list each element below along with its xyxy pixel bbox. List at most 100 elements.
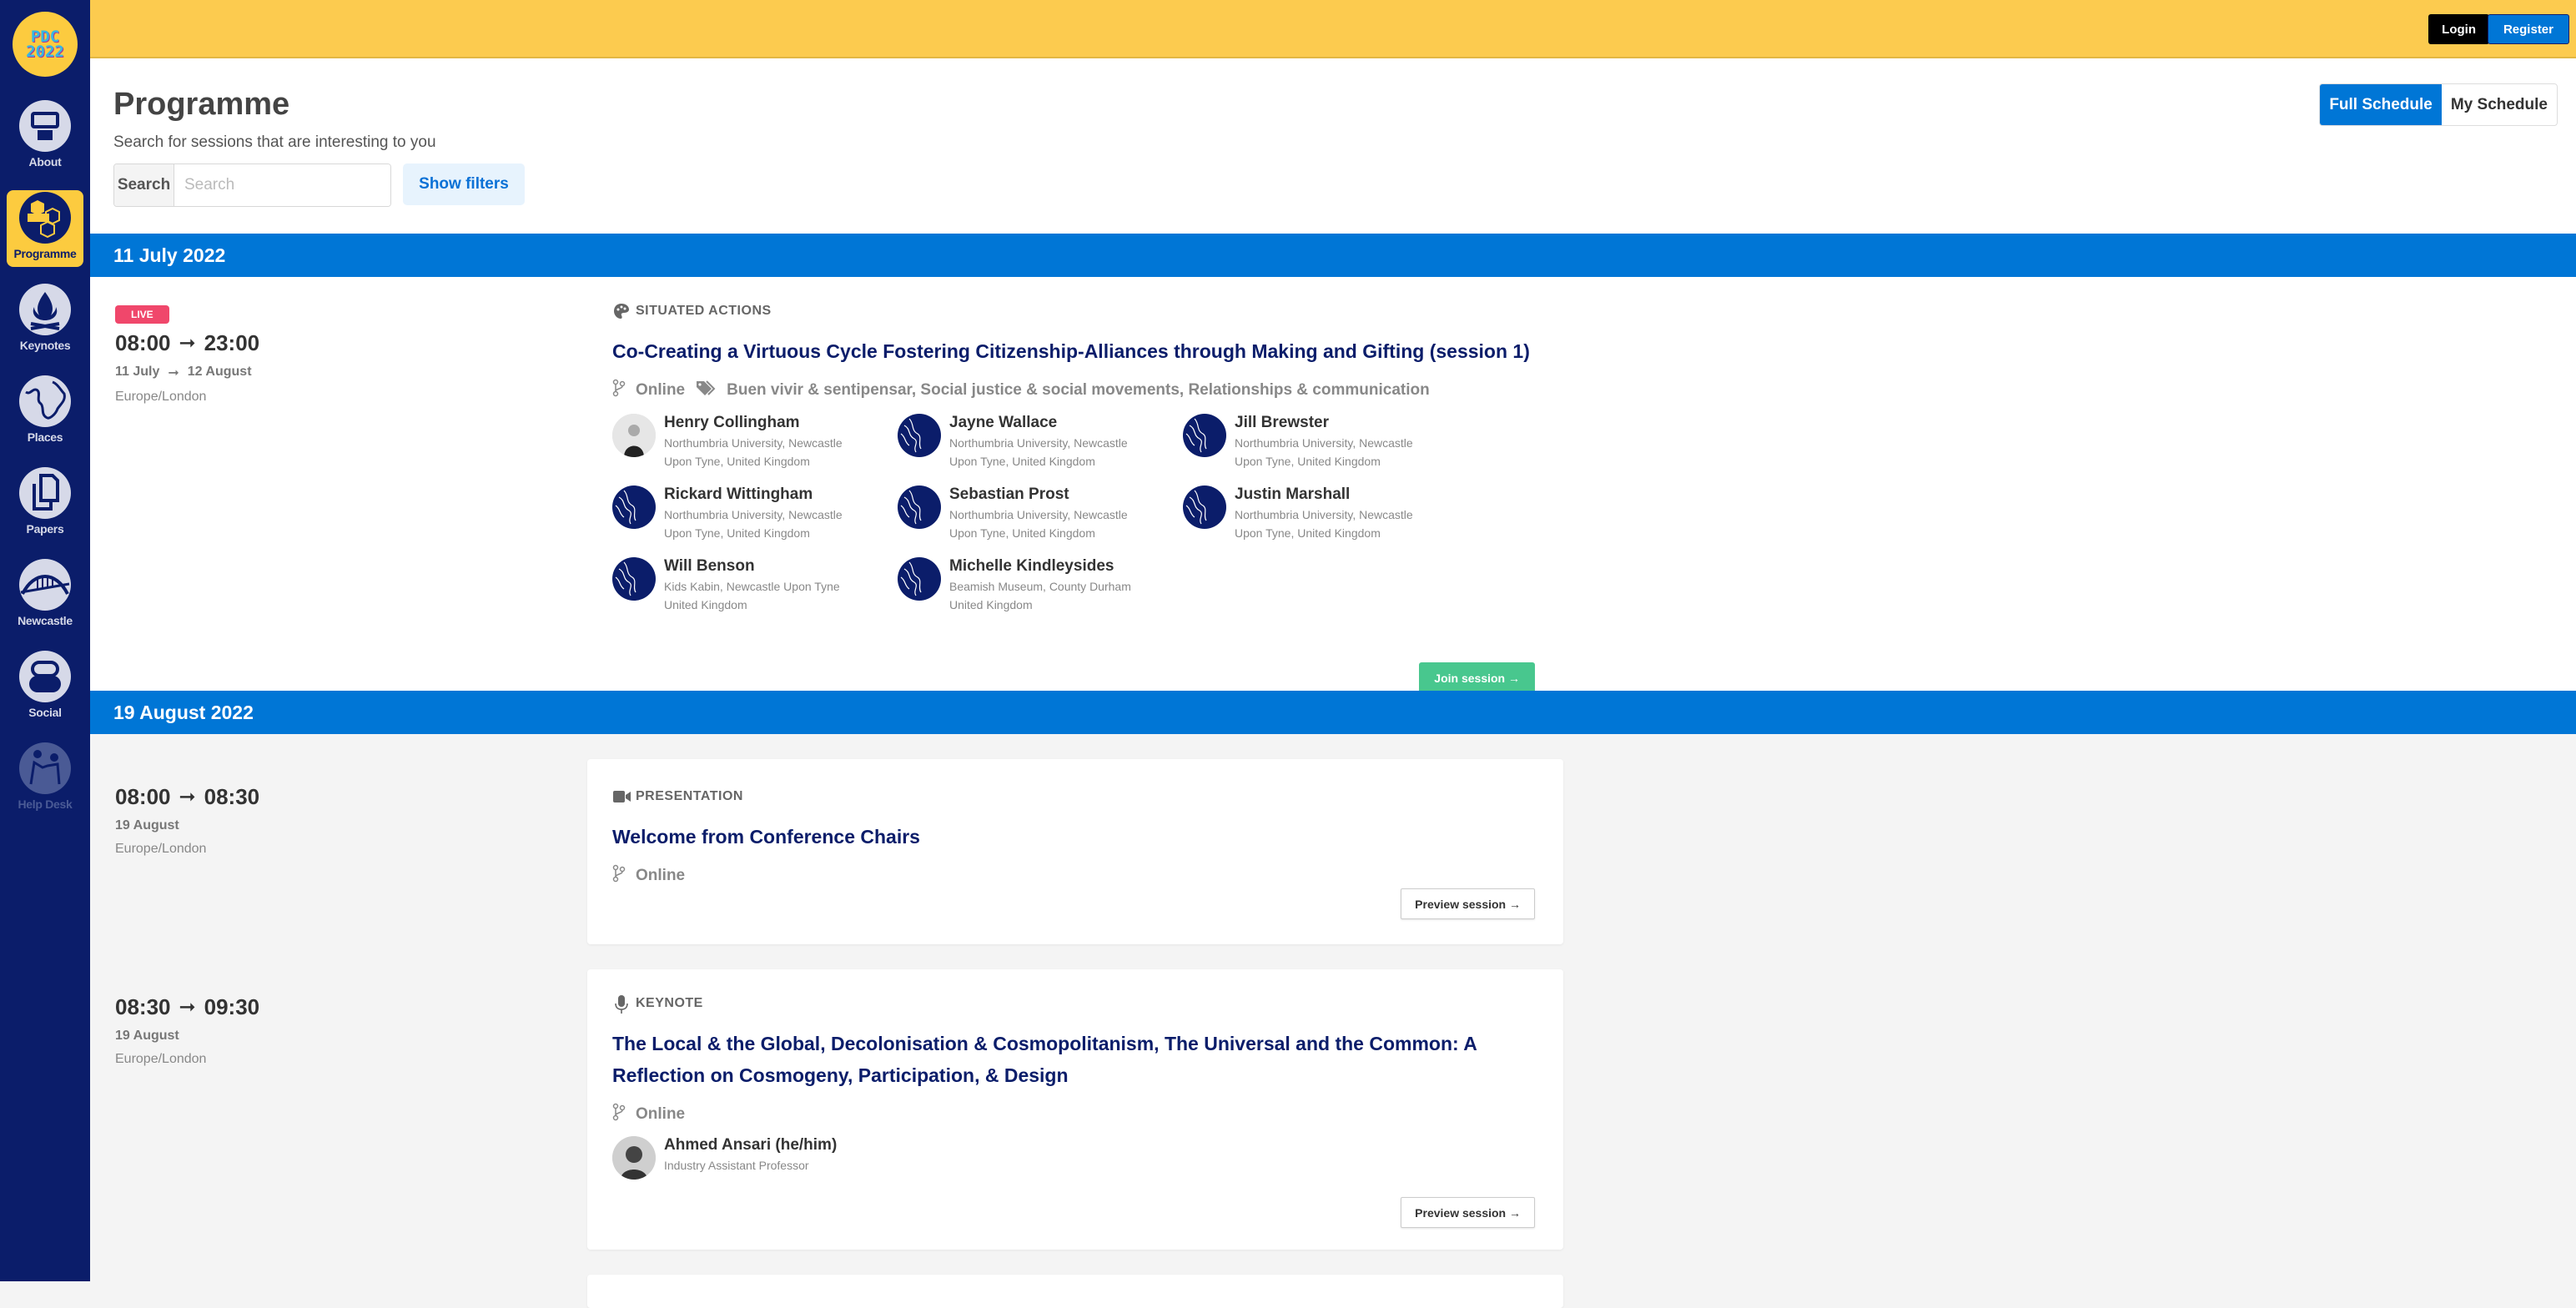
session-type-label: PRESENTATION	[636, 789, 743, 804]
session-time: LIVE 08:00 ➞ 23:00 11 July ➞ 12 August E…	[115, 305, 259, 405]
session-title[interactable]: Welcome from Conference Chairs	[612, 821, 1535, 853]
sidebar-item-help-desk[interactable]: Help Desk	[7, 741, 83, 818]
search-label: Search	[114, 164, 174, 206]
speaker-list: Henry Collingham Northumbria University, …	[612, 414, 1535, 614]
date-range: 19 August	[115, 818, 259, 833]
speaker-name: Michelle Kindleysides	[949, 557, 1150, 576]
session-card	[587, 1275, 1563, 1308]
speaker[interactable]: Ahmed Ansari (he/him)Industry Assistant …	[612, 1136, 898, 1180]
session-meta: Online	[612, 864, 1535, 888]
pdc-logo[interactable]: PDC 2022	[13, 12, 78, 77]
speaker[interactable]: Henry CollinghamNorthumbria University, …	[612, 414, 898, 470]
session-tags: Buen vivir & sentipensar, Social justice…	[727, 381, 1430, 400]
session-location: Online	[636, 867, 685, 885]
end-time: 08:30	[204, 784, 260, 810]
speaker-name: Jill Brewster	[1235, 414, 1435, 432]
date-header: 19 August 2022	[90, 691, 2576, 734]
about-icon	[19, 100, 71, 152]
preview-session-button[interactable]: Preview session →	[1401, 888, 1535, 919]
register-button[interactable]: Register	[2488, 14, 2569, 44]
sidebar-item-label: Help Desk	[18, 797, 73, 811]
session-time: 08:00 ➞ 08:30 19 August Europe/London	[115, 784, 259, 857]
session-title[interactable]: Co-Creating a Virtuous Cycle Fostering C…	[612, 335, 1535, 367]
time-range: 08:00 ➞ 08:30	[115, 784, 259, 810]
sidebar-item-about[interactable]: About	[7, 98, 83, 175]
sidebar-item-label: Programme	[13, 247, 76, 260]
end-time: 09:30	[204, 994, 260, 1020]
avatar	[612, 414, 656, 457]
speaker-name: Henry Collingham	[664, 414, 864, 432]
speaker-name: Sebastian Prost	[949, 485, 1150, 504]
session-type-label: SITUATED ACTIONS	[636, 304, 772, 319]
main-content: Programme Search for sessions that are i…	[90, 58, 2576, 1281]
login-button[interactable]: Login	[2428, 14, 2489, 44]
arrow-right-icon: ➞	[179, 331, 196, 355]
avatar	[612, 485, 656, 529]
time-range: 08:00 ➞ 23:00	[115, 330, 259, 356]
page-title: Programme	[113, 87, 289, 123]
arrow-right-icon: ➞	[179, 785, 196, 809]
speaker-affiliation: Northumbria University, Newcastle Upon T…	[1235, 506, 1435, 542]
avatar	[1183, 485, 1226, 529]
search-input[interactable]	[174, 164, 390, 206]
sidebar-item-social[interactable]: Social	[7, 649, 83, 726]
end-time: 23:00	[204, 330, 260, 356]
session-type: PRESENTATION	[612, 787, 1535, 806]
speaker-name: Justin Marshall	[1235, 485, 1435, 504]
date-header: 11 July 2022	[90, 234, 2576, 277]
speaker[interactable]: Rickard WittinghamNorthumbria University…	[612, 485, 898, 542]
start-time: 08:00	[115, 330, 171, 356]
track-branch-icon	[612, 1103, 626, 1126]
timezone: Europe/London	[115, 842, 259, 857]
sidebar-item-newcastle[interactable]: Newcastle	[7, 557, 83, 634]
session-location: Online	[636, 381, 685, 400]
time-range: 08:30 ➞ 09:30	[115, 994, 259, 1020]
page-subtitle: Search for sessions that are interesting…	[113, 133, 436, 152]
session-type: KEYNOTE	[612, 994, 1535, 1013]
speaker[interactable]: Jayne WallaceNorthumbria University, New…	[898, 414, 1183, 470]
preview-session-button[interactable]: Preview session →	[1401, 1197, 1535, 1228]
session-item: SITUATED ACTIONS Co-Creating a Virtuous …	[587, 302, 1563, 614]
sidebar-item-papers[interactable]: Papers	[7, 465, 83, 542]
timezone: Europe/London	[115, 390, 259, 405]
sidebar-item-keynotes[interactable]: Keynotes	[7, 282, 83, 359]
sidebar: PDC 2022 About Programme Keynotes Places…	[0, 0, 90, 1281]
speaker[interactable]: Jill Brewster Northumbria University, New…	[1183, 414, 1468, 470]
session-title[interactable]: The Local & the Global, Decolonisation &…	[612, 1028, 1488, 1091]
speaker-affiliation: Northumbria University, Newcastle Upon T…	[1235, 434, 1435, 470]
papers-icon	[19, 467, 71, 519]
sidebar-item-label: Newcastle	[18, 614, 73, 627]
globe-icon	[19, 375, 71, 427]
session-card: KEYNOTE The Local & the Global, Decoloni…	[587, 969, 1563, 1250]
top-bar: Login Register	[90, 0, 2576, 58]
speaker[interactable]: Justin Marshall Northumbria University, N…	[1183, 485, 1468, 542]
speaker[interactable]: Will BensonKids Kabin, Newcastle Upon Ty…	[612, 557, 898, 614]
bridge-icon	[19, 559, 71, 611]
speaker[interactable]: Michelle KindleysidesBeamish Museum, Cou…	[898, 557, 1183, 614]
show-filters-button[interactable]: Show filters	[403, 164, 525, 205]
palette-icon	[612, 302, 631, 320]
speaker[interactable]: Sebastian ProstNorthumbria University, N…	[898, 485, 1183, 542]
session-time: 08:30 ➞ 09:30 19 August Europe/London	[115, 994, 259, 1067]
speaker-list: Ahmed Ansari (he/him)Industry Assistant …	[612, 1136, 1535, 1180]
date-range: 19 August	[115, 1029, 259, 1044]
video-camera-icon	[612, 787, 631, 806]
day-section: LIVE 08:00 ➞ 23:00 11 July ➞ 12 August E…	[90, 277, 2576, 691]
arrow-right-icon: ➞	[179, 995, 196, 1019]
sidebar-item-programme[interactable]: Programme	[7, 190, 83, 267]
avatar	[898, 557, 941, 601]
speaker-name: Ahmed Ansari (he/him)	[664, 1136, 864, 1155]
tab-full-schedule[interactable]: Full Schedule	[2320, 84, 2442, 125]
sidebar-item-label: About	[29, 155, 62, 169]
speaker-affiliation: Northumbria University, Newcastle Upon T…	[949, 434, 1150, 470]
start-date: 19 August	[115, 818, 179, 833]
join-session-button[interactable]: Join session →	[1419, 662, 1535, 694]
speaker-affiliation: Northumbria University, Newcastle Upon T…	[664, 506, 864, 542]
sidebar-item-places[interactable]: Places	[7, 374, 83, 450]
start-time: 08:30	[115, 994, 171, 1020]
tab-my-schedule[interactable]: My Schedule	[2442, 84, 2557, 125]
session-card: PRESENTATION Welcome from Conference Cha…	[587, 759, 1563, 944]
campfire-icon	[19, 284, 71, 335]
live-badge: LIVE	[115, 305, 169, 324]
sidebar-item-label: Social	[28, 706, 61, 719]
